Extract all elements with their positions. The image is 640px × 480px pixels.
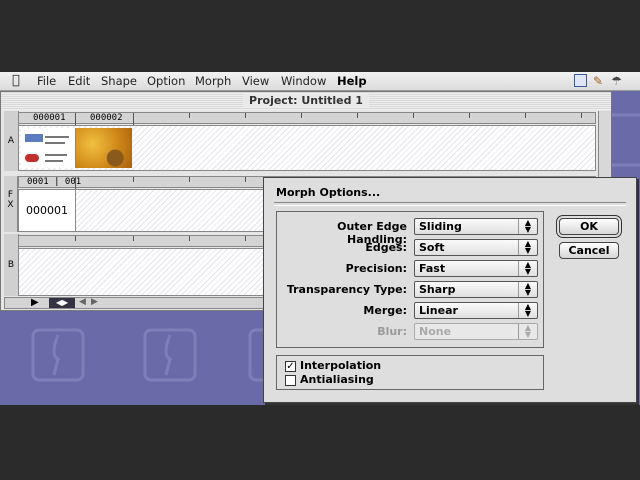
- frame-start-label: 000001: [33, 113, 66, 123]
- window-title-bar[interactable]: Project: Untitled 1: [1, 92, 611, 110]
- frame-end-label: 000002: [90, 113, 123, 123]
- edges-label: Edges:: [365, 241, 407, 254]
- morph-options-dialog: Morph Options... Outer Edge Handling: Sl…: [263, 177, 637, 403]
- checkbox-group-box: ✓ Interpolation Antialiasing: [276, 355, 544, 390]
- apple-menu-icon[interactable]: : [12, 73, 20, 88]
- antialiasing-label[interactable]: Antialiasing: [300, 373, 374, 386]
- scroll-tool-icon[interactable]: ◀▶: [49, 298, 75, 308]
- menu-bar:  File Edit Shape Option Morph View Wind…: [0, 72, 640, 91]
- merge-label: Merge:: [363, 304, 407, 317]
- dialog-title: Morph Options...: [276, 186, 381, 199]
- track-a-ruler[interactable]: 000001 000002: [18, 112, 596, 125]
- arrow-tool-icon[interactable]: ▶: [31, 297, 39, 308]
- finder-face-icon: [140, 325, 200, 385]
- balloon-help-icon[interactable]: ✎: [593, 74, 603, 88]
- interpolation-label[interactable]: Interpolation: [300, 359, 381, 372]
- track-a-label: A: [4, 111, 19, 171]
- transparency-type-label: Transparency Type:: [286, 283, 407, 296]
- finder-face-icon: [28, 325, 88, 385]
- morph-source-image[interactable]: [21, 128, 76, 168]
- track-b-label: B: [4, 234, 19, 296]
- title-divider: [274, 202, 626, 206]
- edges-popup[interactable]: Soft ▲ ▼: [414, 239, 538, 256]
- menu-shape[interactable]: Shape: [101, 74, 137, 88]
- application-menu-icon[interactable]: [574, 74, 587, 87]
- blur-label: Blur:: [377, 325, 407, 338]
- scroll-left-icon[interactable]: ◀: [79, 297, 86, 307]
- menu-window[interactable]: Window: [281, 74, 326, 88]
- app-switcher-icon[interactable]: ☂: [611, 74, 622, 88]
- blur-popup: None ▲ ▼: [414, 323, 538, 340]
- menu-option[interactable]: Option: [147, 74, 185, 88]
- precision-popup[interactable]: Fast ▲ ▼: [414, 260, 538, 277]
- menu-morph[interactable]: Morph: [195, 74, 231, 88]
- window-title: Project: Untitled 1: [243, 94, 369, 107]
- antialiasing-checkbox[interactable]: [285, 375, 296, 386]
- fx-frame-cell[interactable]: 000001: [19, 190, 76, 231]
- fx-ruler-readout: 0001 | 001: [27, 177, 82, 187]
- track-a-content[interactable]: [18, 125, 596, 171]
- menu-view[interactable]: View: [242, 74, 269, 88]
- scroll-right-icon[interactable]: ▶: [91, 297, 98, 307]
- menu-file[interactable]: File: [37, 74, 56, 88]
- outer-edge-handling-popup[interactable]: Sliding ▲ ▼: [414, 218, 538, 235]
- cancel-button[interactable]: Cancel: [559, 242, 619, 259]
- menu-edit[interactable]: Edit: [68, 74, 90, 88]
- precision-label: Precision:: [345, 262, 407, 275]
- options-group-box: Outer Edge Handling: Sliding ▲ ▼ Edges: So…: [276, 211, 544, 348]
- fx-track-label: F X: [4, 176, 18, 232]
- ok-button[interactable]: OK: [559, 218, 619, 235]
- morph-target-image[interactable]: [76, 128, 132, 168]
- transparency-type-popup[interactable]: Sharp ▲ ▼: [414, 281, 538, 298]
- merge-popup[interactable]: Linear ▲ ▼: [414, 302, 538, 319]
- interpolation-checkbox[interactable]: ✓: [285, 361, 296, 372]
- menu-help[interactable]: Help: [337, 74, 367, 88]
